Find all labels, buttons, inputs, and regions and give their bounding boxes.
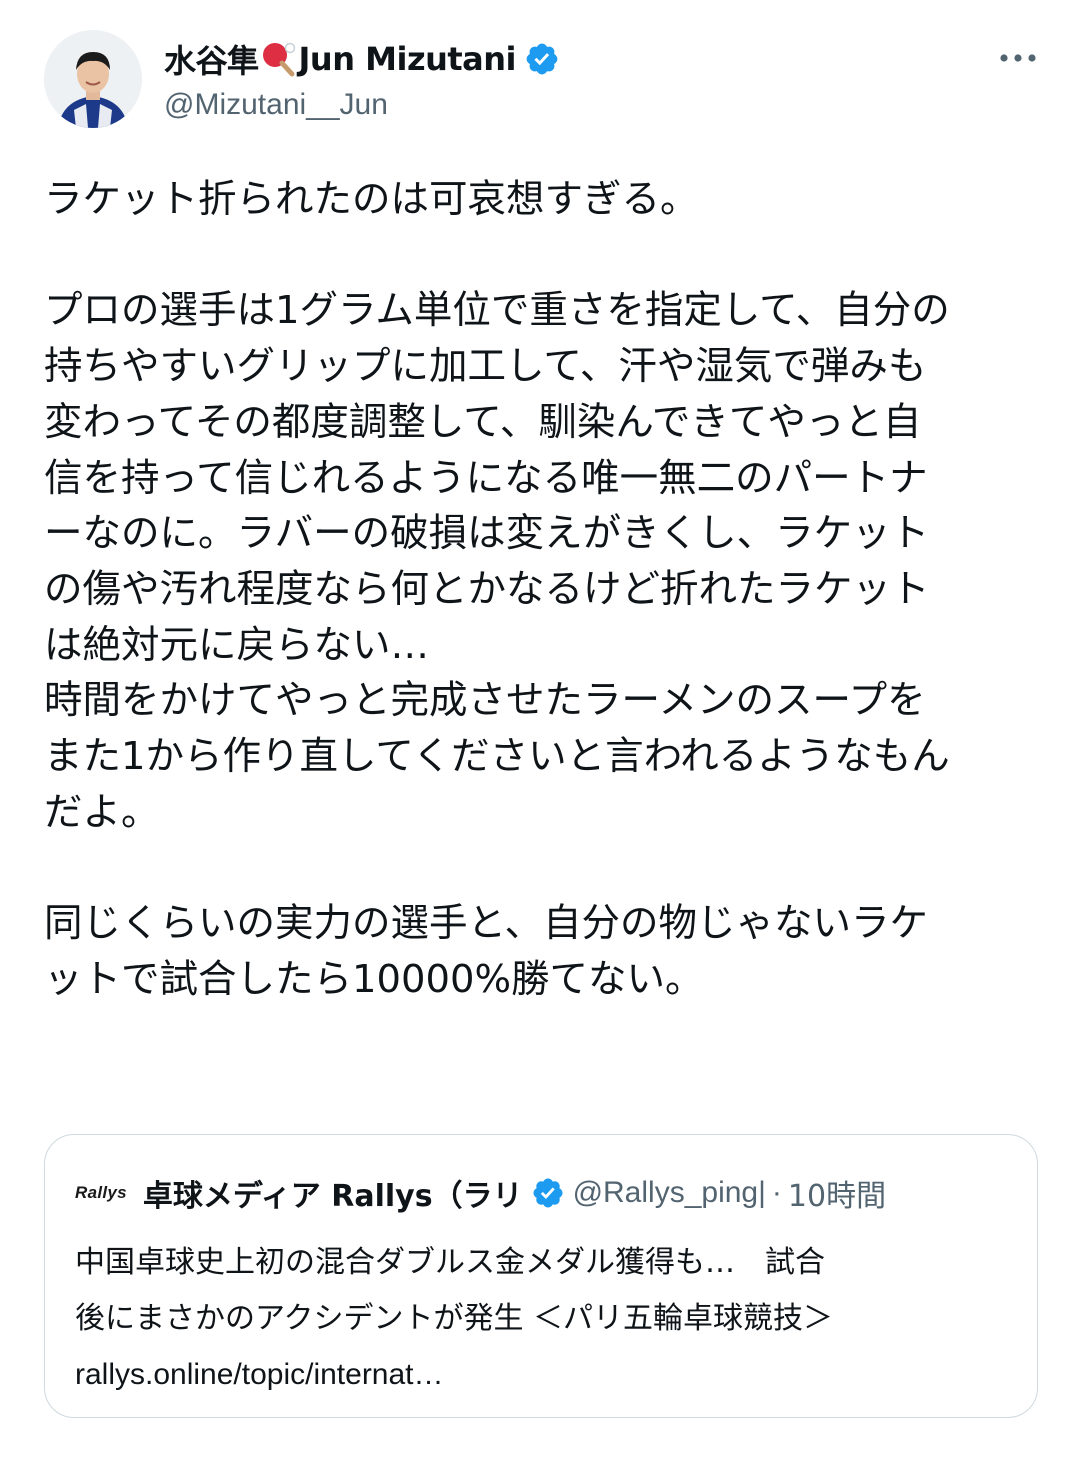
author-name-line[interactable]: 水谷隼 Jun Mizutani xyxy=(164,34,560,84)
author-handle[interactable]: @Mizutani__Jun xyxy=(164,88,388,122)
author-display-name-en: Jun Mizutani xyxy=(298,40,517,78)
author-avatar[interactable] xyxy=(44,30,142,128)
quote-link[interactable]: rallys.online/topic/internat… xyxy=(75,1347,1005,1403)
quote-separator: · xyxy=(771,1176,782,1209)
quote-body: 中国卓球史上初の混合ダブルス金メダル獲得も… 試合 後にまさかのアクシデントが発… xyxy=(75,1235,1005,1403)
quote-header: Rallys 卓球メディア Rallys（ラリ @Rallys_ping| · … xyxy=(75,1169,1015,1217)
verified-badge-icon xyxy=(524,41,560,77)
rallys-logo: Rallys xyxy=(75,1183,127,1202)
quote-text-line: 後にまさかのアクシデントが発生 ＜パリ五輪卓球競技＞ xyxy=(75,1301,834,1336)
quote-tweet-card[interactable]: Rallys 卓球メディア Rallys（ラリ @Rallys_ping| · … xyxy=(44,1134,1038,1418)
quote-timestamp: 10時間 xyxy=(787,1179,887,1214)
quote-author-name: 卓球メディア Rallys（ラリ xyxy=(142,1179,523,1214)
quote-author-handle: @Rallys_ping| xyxy=(572,1176,766,1209)
quote-verified-badge-icon xyxy=(531,1176,565,1210)
quote-text-line: 中国卓球史上初の混合ダブルス金メダル獲得も… 試合 xyxy=(75,1245,825,1280)
ping-pong-paddle-icon xyxy=(261,41,297,77)
tweet-text: ラケット折られたのは可哀想すぎる。 プロの選手は1グラム単位で重さを指定して、自… xyxy=(44,177,950,1002)
author-display-name: 水谷隼 xyxy=(164,42,259,80)
tweet-header: 水谷隼 Jun Mizutani @Mizutani__Jun xyxy=(0,0,1082,150)
more-options-icon[interactable] xyxy=(996,40,1040,76)
